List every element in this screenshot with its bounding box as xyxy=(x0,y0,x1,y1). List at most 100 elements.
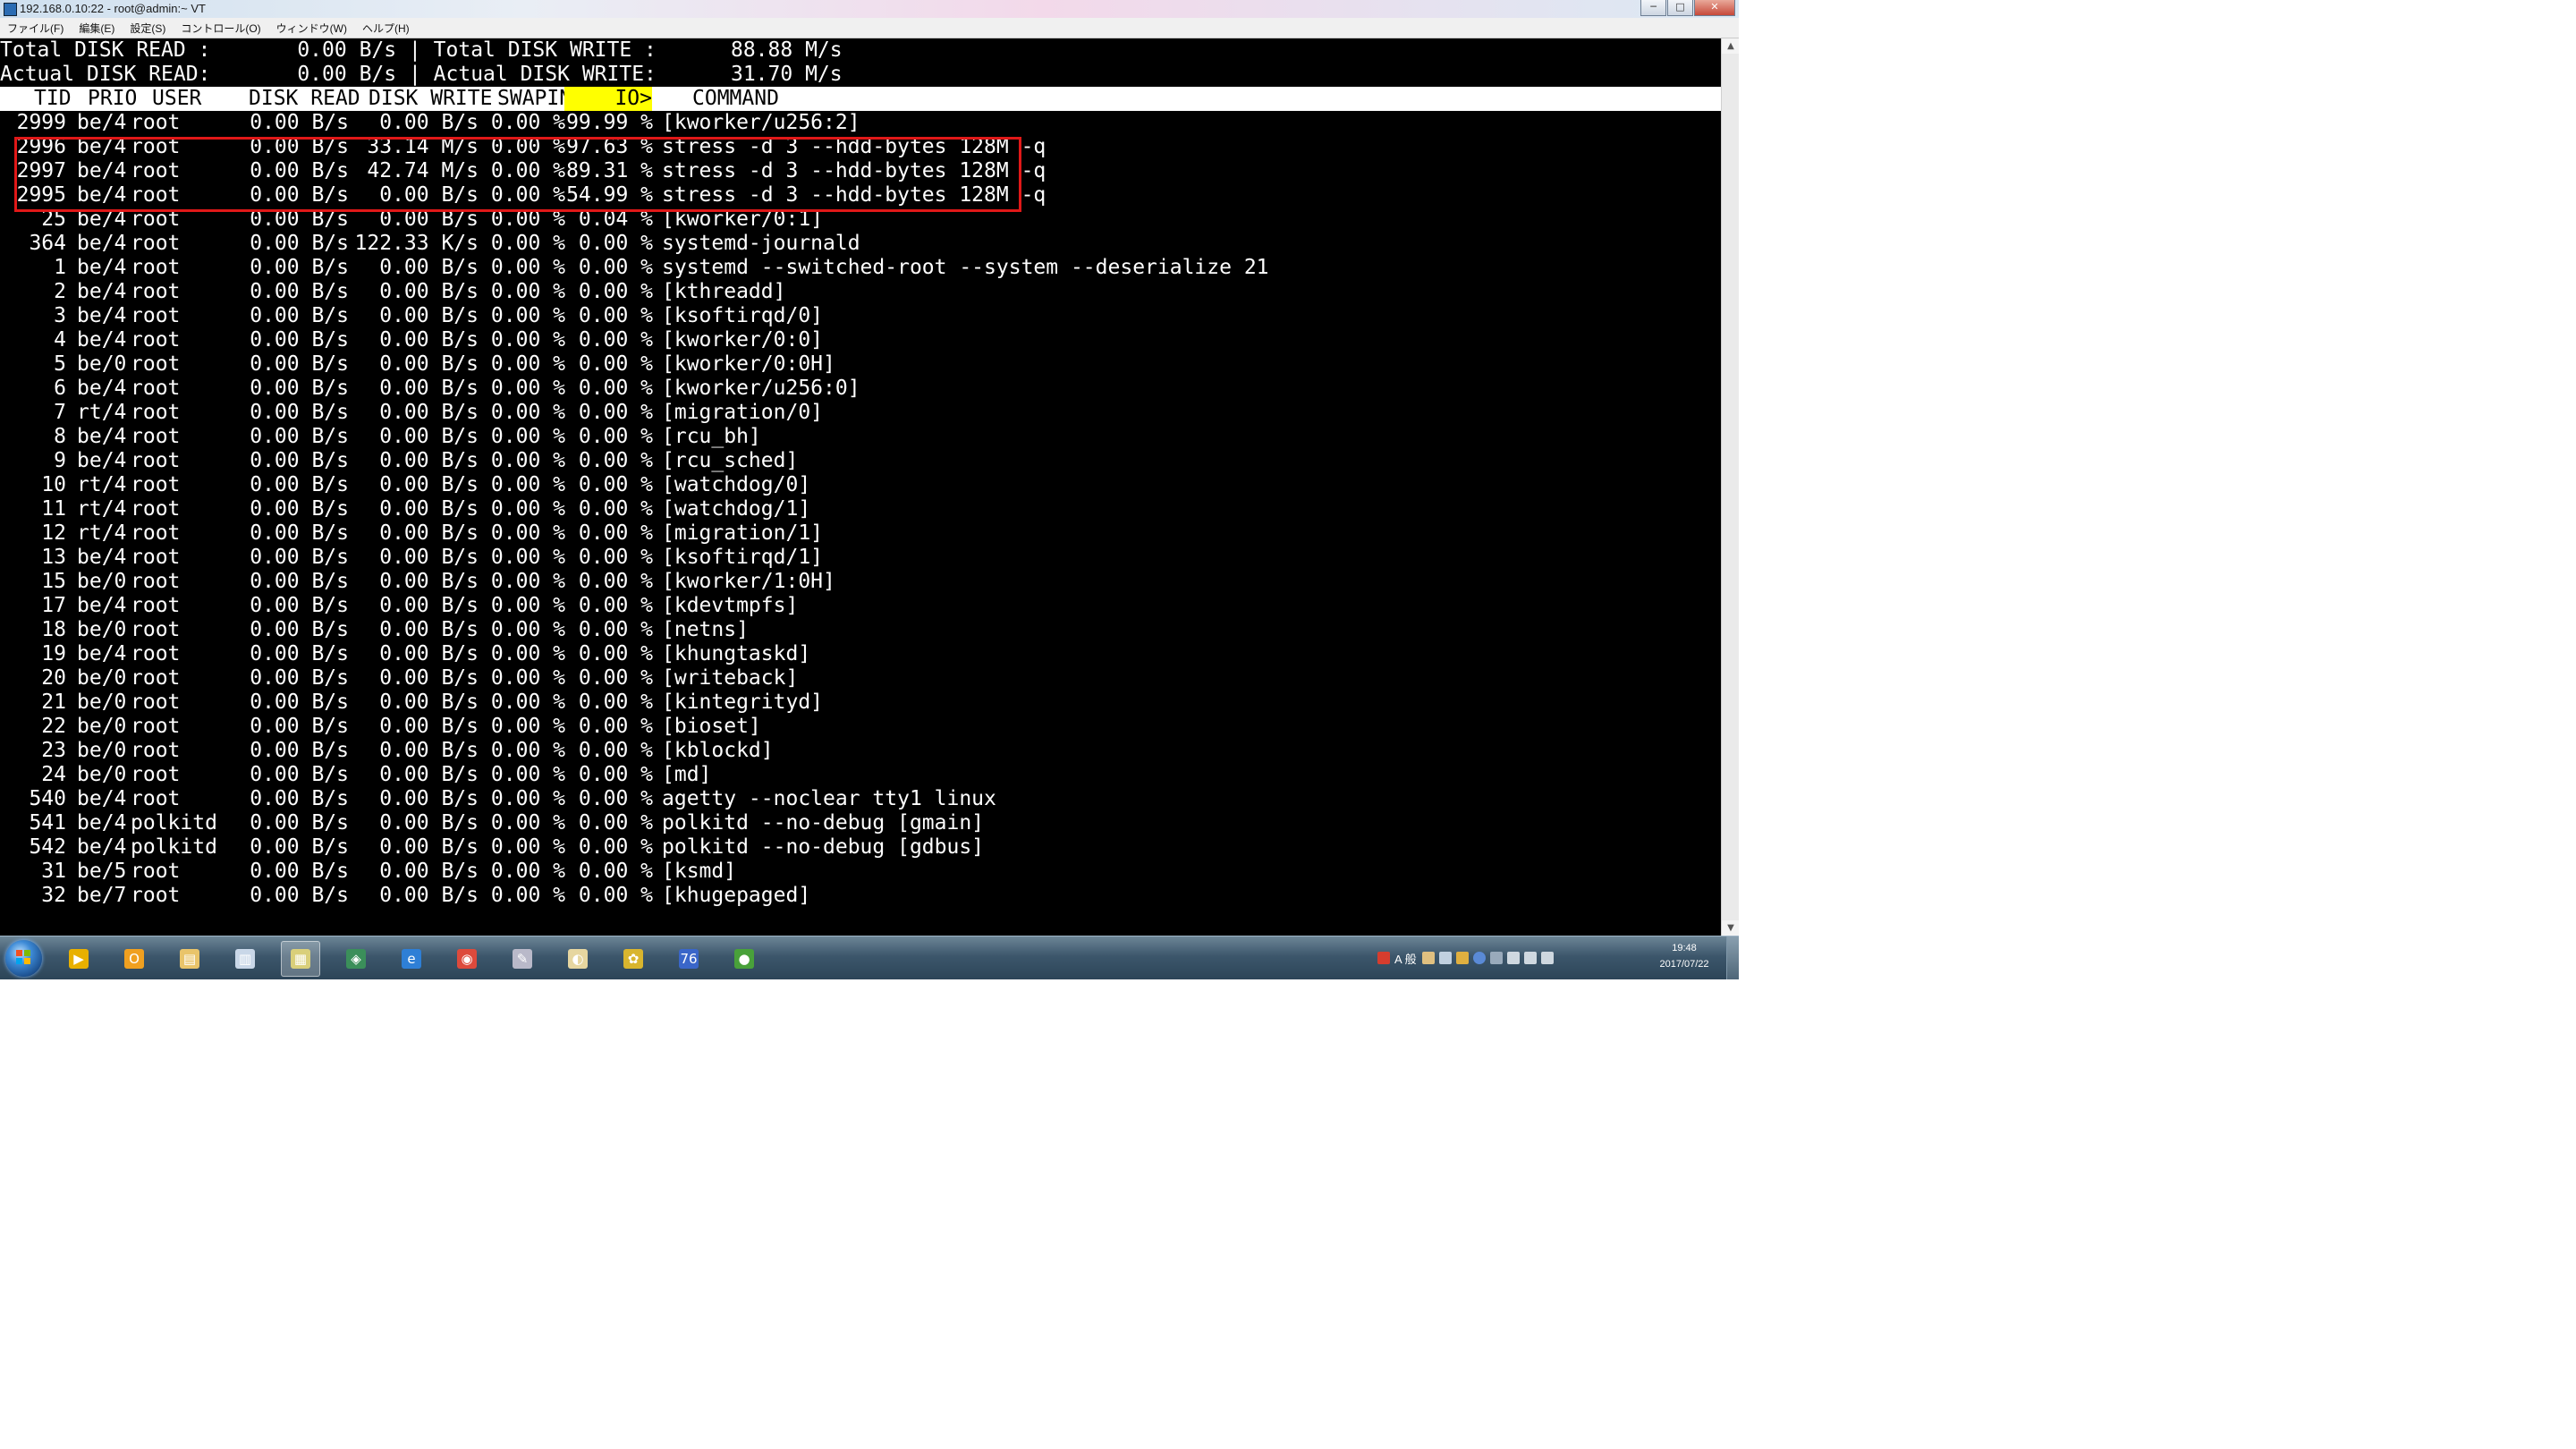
taskbar-clock[interactable]: 19:48 2017/07/22 xyxy=(1650,940,1718,972)
tray-alert-icon[interactable] xyxy=(1377,952,1390,964)
process-row[interactable]: 6 be/4 root 0.00 B/s 0.00 B/s 0.00 % 0.00 % [kw… xyxy=(0,377,1721,401)
taskbar-button-document[interactable]: ▥ xyxy=(225,941,265,977)
process-user: root xyxy=(131,763,181,786)
process-tid: 18 xyxy=(41,618,66,641)
process-row[interactable]: 23 be/0 root 0.00 B/s 0.00 B/s 0.00 % 0.00 % [k… xyxy=(0,739,1721,763)
process-write: 0.00 B/s xyxy=(379,691,479,714)
tray-flag-icon[interactable] xyxy=(1506,952,1520,964)
process-row[interactable]: 17 be/4 root 0.00 B/s 0.00 B/s 0.00 % 0.00 % [k… xyxy=(0,594,1721,618)
taskbar-button-network[interactable]: ◈ xyxy=(336,941,376,977)
process-row[interactable]: 15 be/0 root 0.00 B/s 0.00 B/s 0.00 % 0.00 % [k… xyxy=(0,570,1721,594)
header-disk-write[interactable]: DISK WRITE xyxy=(369,87,492,111)
process-row[interactable]: 31 be/5 root 0.00 B/s 0.00 B/s 0.00 % 0.00 % [k… xyxy=(0,860,1721,884)
process-write: 0.00 B/s xyxy=(379,449,479,472)
window-controls: ─ □ ✕ xyxy=(1640,0,1735,16)
header-swapin[interactable]: SWAPIN xyxy=(497,87,572,111)
menu-settings[interactable]: 設定(S) xyxy=(123,21,174,36)
process-row[interactable]: 541 be/4 polkitd 0.00 B/s 0.00 B/s 0.00 % 0.00… xyxy=(0,811,1721,835)
tray-tools-icon[interactable] xyxy=(1455,952,1469,964)
process-io: 0.00 % xyxy=(578,811,653,835)
process-swapin: 0.00 % xyxy=(490,401,565,424)
process-row[interactable]: 11 rt/4 root 0.00 B/s 0.00 B/s 0.00 % 0.00 % [w… xyxy=(0,497,1721,521)
menu-control[interactable]: コントロール(O) xyxy=(174,21,268,36)
header-disk-read[interactable]: DISK READ xyxy=(249,87,360,111)
taskbar-button-puzzle[interactable]: ✿ xyxy=(614,941,653,977)
process-read: 0.00 B/s xyxy=(250,352,349,376)
process-row[interactable]: 2 be/4 root 0.00 B/s 0.00 B/s 0.00 % 0.00 % [kt… xyxy=(0,280,1721,304)
process-row[interactable]: 3 be/4 root 0.00 B/s 0.00 B/s 0.00 % 0.00 % [ks… xyxy=(0,304,1721,328)
tray-network-icon[interactable] xyxy=(1523,952,1537,964)
tray-expand-icon[interactable] xyxy=(1489,952,1503,964)
process-write: 0.00 B/s xyxy=(379,473,479,496)
terminal-screen[interactable]: Total DISK READ : 0.00 B/s | Total DISK … xyxy=(0,38,1721,936)
process-prio: rt/4 xyxy=(77,497,127,521)
start-button[interactable] xyxy=(5,940,42,977)
process-row[interactable]: 540 be/4 root 0.00 B/s 0.00 B/s 0.00 % 0.00 % a… xyxy=(0,787,1721,811)
header-io-sorted[interactable]: IO> xyxy=(564,87,652,111)
process-prio: rt/4 xyxy=(77,473,127,496)
teraterm-icon: ▦ xyxy=(291,949,310,969)
process-row[interactable]: 5 be/0 root 0.00 B/s 0.00 B/s 0.00 % 0.00 % [kw… xyxy=(0,352,1721,377)
header-command[interactable]: COMMAND xyxy=(692,87,779,111)
header-tid[interactable]: TID xyxy=(34,87,72,111)
minimize-button[interactable]: ─ xyxy=(1640,0,1666,16)
taskbar-button-app-76[interactable]: 76 xyxy=(669,941,708,977)
process-row[interactable]: 24 be/0 root 0.00 B/s 0.00 B/s 0.00 % 0.00 % [m… xyxy=(0,763,1721,787)
taskbar-button-outlook[interactable]: O xyxy=(114,941,154,977)
taskbar-button-chrome[interactable]: ◉ xyxy=(447,941,487,977)
taskbar-button-green-app[interactable]: ● xyxy=(724,941,764,977)
process-swapin: 0.00 % xyxy=(490,570,565,593)
process-user: root xyxy=(131,497,181,521)
tray-help-icon[interactable] xyxy=(1472,952,1486,964)
ime-indicator[interactable]: A 般 xyxy=(1394,950,1417,967)
process-row[interactable]: 19 be/4 root 0.00 B/s 0.00 B/s 0.00 % 0.00 % [k… xyxy=(0,642,1721,666)
maximize-button[interactable]: □ xyxy=(1667,0,1693,16)
process-prio: be/4 xyxy=(77,787,127,810)
taskbar-button-paint[interactable]: ◐ xyxy=(558,941,597,977)
scroll-up-arrow[interactable]: ▲ xyxy=(1722,38,1739,54)
menu-help[interactable]: ヘルプ(H) xyxy=(355,21,418,36)
tray-ime-icon[interactable] xyxy=(1421,952,1435,964)
tray-volume-icon[interactable] xyxy=(1540,952,1554,964)
process-row[interactable]: 10 rt/4 root 0.00 B/s 0.00 B/s 0.00 % 0.00 % [w… xyxy=(0,473,1721,497)
process-row[interactable]: 18 be/0 root 0.00 B/s 0.00 B/s 0.00 % 0.00 % [n… xyxy=(0,618,1721,642)
process-swapin: 0.00 % xyxy=(490,739,565,762)
scroll-down-arrow[interactable]: ▼ xyxy=(1722,920,1739,936)
process-row[interactable]: 9 be/4 root 0.00 B/s 0.00 B/s 0.00 % 0.00 % [rc… xyxy=(0,449,1721,473)
process-row[interactable]: 7 rt/4 root 0.00 B/s 0.00 B/s 0.00 % 0.00 % [mi… xyxy=(0,401,1721,425)
process-row[interactable]: 21 be/0 root 0.00 B/s 0.00 B/s 0.00 % 0.00 % [k… xyxy=(0,691,1721,715)
process-swapin: 0.00 % xyxy=(490,715,565,738)
process-row[interactable]: 364 be/4 root 0.00 B/s 122.33 K/s 0.00 % 0.00 … xyxy=(0,232,1721,256)
taskbar-button-explorer-folder[interactable]: ▤ xyxy=(170,941,209,977)
process-swapin: 0.00 % xyxy=(490,860,565,883)
tray-keyboard-icon[interactable] xyxy=(1438,952,1452,964)
process-row[interactable]: 1 be/4 root 0.00 B/s 0.00 B/s 0.00 % 0.00 % sys… xyxy=(0,256,1721,280)
process-row[interactable]: 4 be/4 root 0.00 B/s 0.00 B/s 0.00 % 0.00 % [kw… xyxy=(0,328,1721,352)
menu-window[interactable]: ウィンドウ(W) xyxy=(269,21,355,36)
menu-file[interactable]: ファイル(F) xyxy=(0,21,72,36)
process-swapin: 0.00 % xyxy=(490,594,565,617)
process-row[interactable]: 12 rt/4 root 0.00 B/s 0.00 B/s 0.00 % 0.00 % [m… xyxy=(0,521,1721,546)
process-read: 0.00 B/s xyxy=(250,884,349,907)
process-row[interactable]: 22 be/0 root 0.00 B/s 0.00 B/s 0.00 % 0.00 % [b… xyxy=(0,715,1721,739)
show-desktop-button[interactable] xyxy=(1726,936,1739,979)
vertical-scrollbar[interactable]: ▲ ▼ xyxy=(1721,38,1739,936)
process-row[interactable]: 542 be/4 polkitd 0.00 B/s 0.00 B/s 0.00 % 0.00… xyxy=(0,835,1721,860)
process-row[interactable]: 32 be/7 root 0.00 B/s 0.00 B/s 0.00 % 0.00 % [k… xyxy=(0,884,1721,908)
taskbar-button-tool[interactable]: ✎ xyxy=(503,941,542,977)
process-user: root xyxy=(131,570,181,593)
process-row[interactable]: 2999 be/4 root 0.00 B/s 0.00 B/s 0.00 % 99.99 … xyxy=(0,111,1721,135)
header-prio[interactable]: PRIO xyxy=(88,87,137,111)
process-tid: 15 xyxy=(41,570,66,593)
menu-edit[interactable]: 編集(E) xyxy=(72,21,123,36)
process-write: 0.00 B/s xyxy=(379,256,479,279)
close-button[interactable]: ✕ xyxy=(1694,0,1735,16)
process-row[interactable]: 20 be/0 root 0.00 B/s 0.00 B/s 0.00 % 0.00 % [w… xyxy=(0,666,1721,691)
process-row[interactable]: 13 be/4 root 0.00 B/s 0.00 B/s 0.00 % 0.00 % [k… xyxy=(0,546,1721,570)
taskbar-button-internet-explorer[interactable]: e xyxy=(392,941,431,977)
process-user: root xyxy=(131,352,181,376)
taskbar-button-media-player[interactable]: ▶ xyxy=(59,941,98,977)
taskbar-button-teraterm[interactable]: ▦ xyxy=(281,941,320,977)
header-user[interactable]: USER xyxy=(152,87,201,111)
process-row[interactable]: 8 be/4 root 0.00 B/s 0.00 B/s 0.00 % 0.00 % [rc… xyxy=(0,425,1721,449)
